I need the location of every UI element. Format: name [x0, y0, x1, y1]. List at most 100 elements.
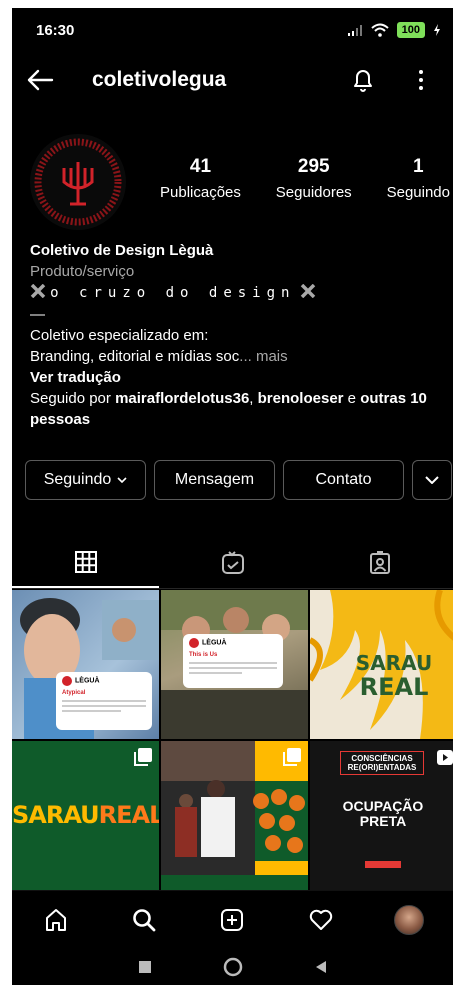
- ocupacao-tag: [365, 861, 401, 868]
- chevron-down-icon: [425, 476, 439, 484]
- profile-avatar-small: [393, 904, 424, 935]
- reels-icon: [221, 551, 244, 574]
- profile-bio: Coletivo de Design Lèguà Produto/serviço…: [30, 240, 450, 430]
- add-post-icon: [221, 908, 244, 931]
- nav-create[interactable]: [210, 898, 254, 942]
- charging-icon: [434, 24, 440, 36]
- sarau-top-text: SARAU: [355, 651, 433, 675]
- stat-followers[interactable]: 295 Seguidores: [276, 156, 352, 201]
- followed-by-user-1: mairaflordelotus36: [115, 390, 250, 407]
- contact-button[interactable]: Contato: [283, 460, 404, 500]
- stat-following[interactable]: 1 Seguindo: [387, 156, 450, 201]
- cross-mark-icon: [300, 283, 315, 299]
- followed-by-prefix: Seguido por: [30, 390, 116, 407]
- status-icons: 100: [347, 22, 441, 38]
- ocupacao-subtitle: CONSCIÊNCIAS RE(ORI)ENTADAS: [340, 751, 424, 775]
- message-button[interactable]: Mensagem: [154, 460, 275, 500]
- tweet-title: This is Us: [189, 652, 218, 658]
- bio-tagline-row: o cruzo do design: [30, 282, 450, 304]
- following-button-label: Seguindo: [43, 471, 112, 488]
- followed-by[interactable]: Seguido por mairaflordelotus36, brenoloe…: [30, 388, 450, 430]
- translate-link[interactable]: Ver tradução: [30, 367, 450, 388]
- status-time: 16:30: [36, 21, 75, 39]
- suggested-accounts-button[interactable]: [412, 460, 452, 500]
- tweet-line: [189, 667, 277, 669]
- following-button[interactable]: Seguindo: [25, 460, 146, 500]
- bio-dash: —: [30, 306, 45, 323]
- bio-line-1: Coletivo especializado em:: [30, 327, 209, 344]
- home-icon: [46, 908, 67, 931]
- carousel-icon: [283, 748, 301, 766]
- tweet-line: [189, 672, 242, 674]
- sarau-logo-b: REAL: [98, 801, 159, 829]
- system-navigation: [12, 948, 453, 985]
- tweet-line: [62, 710, 121, 712]
- bio-more-link[interactable]: ... mais: [239, 348, 287, 365]
- post-tile[interactable]: CONSCIÊNCIAS RE(ORI)ENTADAS OCUPAÇÃO PRE…: [310, 741, 453, 890]
- phone-screen: 16:30 100 coletivolegua 41 Publicações 2…: [12, 8, 453, 985]
- grid-icon: [74, 551, 97, 573]
- sarau-logo-a: SARAU: [12, 801, 100, 829]
- tab-posts-grid[interactable]: [12, 538, 159, 588]
- signal-icon: [347, 25, 362, 36]
- sarau-bottom-text: REAL: [359, 673, 429, 701]
- followed-by-separator: ,: [249, 390, 258, 407]
- followed-by-and: e: [343, 390, 361, 407]
- ocupacao-title: OCUPAÇÃO PRETA: [342, 798, 424, 829]
- nav-search[interactable]: [122, 898, 166, 942]
- post-tile[interactable]: [161, 741, 308, 890]
- arrow-left-icon: [27, 69, 54, 91]
- post-tile[interactable]: LÈGUÀ Atypical: [12, 590, 159, 739]
- post-tile[interactable]: SARAU REAL: [310, 590, 453, 739]
- bio-tagline: o cruzo do design: [50, 285, 296, 301]
- tab-reels[interactable]: [159, 538, 306, 588]
- tweet-avatar: [189, 638, 199, 648]
- tweet-author: LÈGUÀ: [75, 677, 100, 685]
- carousel-icon: [134, 748, 152, 766]
- chevron-down-icon: [117, 477, 127, 483]
- stat-followers-label: Seguidores: [275, 184, 352, 201]
- profile-summary: 41 Publicações 295 Seguidores 1 Seguindo: [12, 134, 453, 234]
- back-triangle-icon[interactable]: [314, 960, 328, 974]
- profile-actions: Seguindo Mensagem Contato: [25, 460, 453, 500]
- stat-following-count: 1: [413, 156, 424, 177]
- wifi-icon: [370, 23, 389, 37]
- coletivo-logo: [34, 138, 122, 226]
- tweet-card: LÈGUÀ This is Us: [183, 634, 283, 688]
- tab-tagged[interactable]: [306, 538, 453, 588]
- nav-activity[interactable]: [299, 898, 343, 942]
- tweet-card: LÈGUÀ Atypical: [56, 672, 152, 730]
- tweet-title: Atypical: [62, 690, 86, 696]
- battery-icon: 100: [396, 22, 425, 38]
- stat-posts[interactable]: 41 Publicações: [160, 156, 241, 201]
- notifications-button[interactable]: [345, 62, 381, 98]
- stat-following-label: Seguindo: [386, 184, 450, 201]
- content-tabs: [12, 538, 453, 588]
- back-button[interactable]: [26, 64, 58, 96]
- bio-line-2-text: Branding, editorial e mídias soc: [30, 348, 240, 365]
- tweet-author: LÈGUÀ: [202, 639, 227, 647]
- status-bar: 16:30 100: [12, 8, 453, 52]
- more-options-button[interactable]: [403, 62, 439, 98]
- nav-home[interactable]: [34, 898, 78, 942]
- bottom-navigation: [12, 890, 453, 948]
- post-tile[interactable]: LÈGUÀ This is Us: [161, 590, 308, 739]
- post-tile[interactable]: SARAUREAL: [12, 741, 159, 890]
- followed-by-user-2: brenoloeser: [257, 390, 344, 407]
- profile-stats: 41 Publicações 295 Seguidores 1 Seguindo: [160, 156, 450, 201]
- bell-icon: [354, 70, 372, 92]
- profile-name: Coletivo de Design Lèguà: [30, 242, 214, 259]
- tweet-avatar: [62, 676, 72, 686]
- tweet-line: [62, 705, 146, 707]
- bio-line-2: Branding, editorial e mídias soc... mais: [30, 346, 450, 367]
- nav-profile[interactable]: [387, 898, 431, 942]
- tagged-person-icon: [369, 551, 390, 574]
- search-icon: [133, 908, 156, 931]
- home-circle-icon[interactable]: [223, 957, 243, 977]
- tabs-divider: [12, 588, 453, 589]
- profile-avatar[interactable]: [30, 134, 126, 230]
- recent-apps-icon[interactable]: [138, 960, 152, 974]
- profile-category: Produto/serviço: [30, 263, 135, 280]
- cross-mark-icon: [30, 283, 46, 299]
- reel-icon: [437, 750, 453, 765]
